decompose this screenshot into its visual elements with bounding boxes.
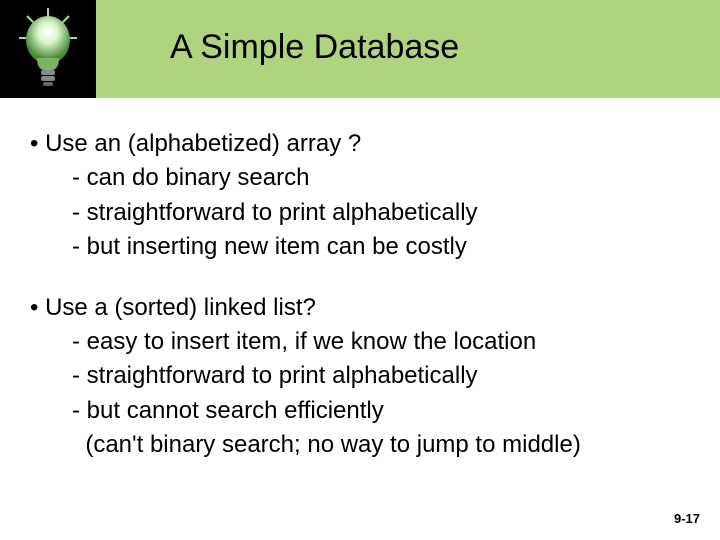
slide-title: A Simple Database	[170, 28, 459, 67]
bullet-sub: - easy to insert item, if we know the lo…	[30, 326, 690, 358]
bullet-lead: • Use a (sorted) linked list?	[30, 292, 690, 324]
slide-body: • Use an (alphabetized) array ? - can do…	[0, 98, 720, 462]
lightbulb-icon	[13, 4, 83, 94]
bullet-sub: - straightforward to print alphabeticall…	[30, 197, 690, 229]
bullet-sub: - but inserting new item can be costly	[30, 231, 690, 263]
header-icon-box	[0, 0, 96, 98]
bullet-sub: - but cannot search efficiently	[30, 395, 690, 427]
bullet-group: • Use a (sorted) linked list? - easy to …	[30, 292, 690, 462]
bullet-lead: • Use an (alphabetized) array ?	[30, 128, 690, 160]
bullet-sub: - straightforward to print alphabeticall…	[30, 360, 690, 392]
slide-header: A Simple Database	[0, 0, 720, 98]
bullet-sub: (can't binary search; no way to jump to …	[30, 429, 690, 461]
bullet-sub: - can do binary search	[30, 162, 690, 194]
bullet-group: • Use an (alphabetized) array ? - can do…	[30, 128, 690, 264]
page-number: 9-17	[674, 511, 700, 526]
